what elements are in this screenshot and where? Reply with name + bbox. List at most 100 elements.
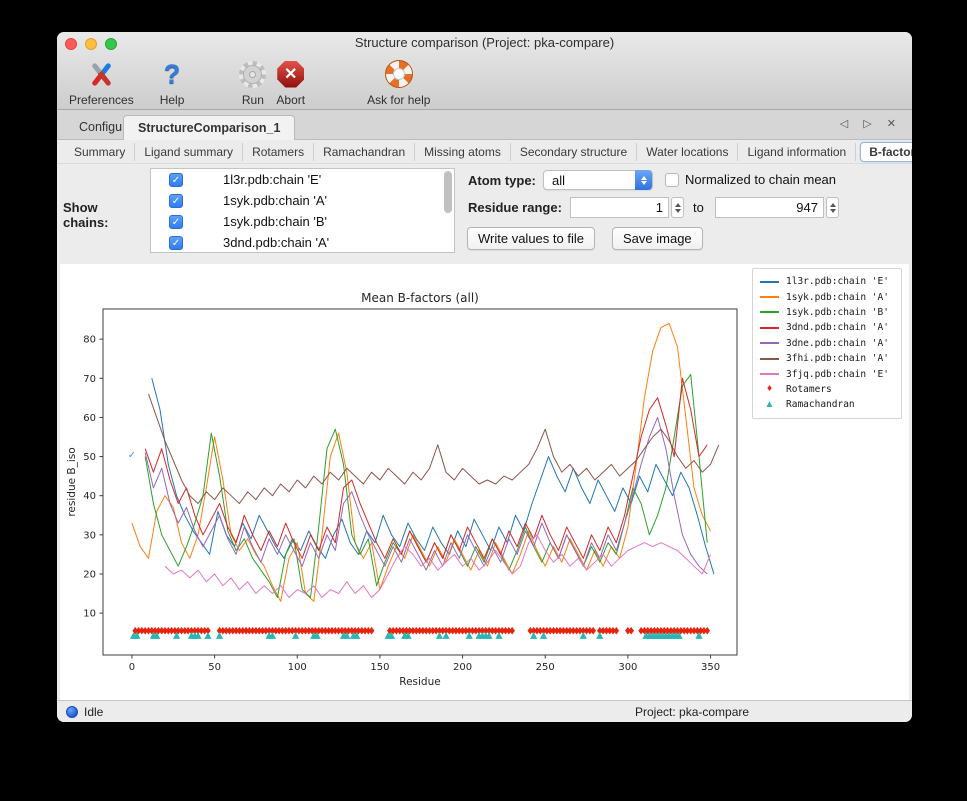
app-window: Structure comparison (Project: pka-compa…	[57, 32, 912, 722]
normalized-checkbox-group[interactable]: ✓ Normalized to chain mean	[665, 172, 836, 187]
tab-structure-comparison-1[interactable]: StructureComparison_1	[123, 115, 295, 140]
chain-list-scrollbar[interactable]	[444, 171, 452, 252]
lifebuoy-icon	[385, 60, 413, 88]
x-tick-label: 200	[453, 662, 472, 673]
legend-label: 1l3r.pdb:chain 'E'	[786, 276, 889, 287]
subtab-rotamers[interactable]: Rotamers	[243, 143, 314, 161]
subtab-secondary-structure[interactable]: Secondary structure	[511, 143, 637, 161]
y-tick-label: 40	[83, 491, 96, 502]
document-tab-bar: Configure StructureComparison_1 ◁ ▷ ✕	[57, 110, 912, 140]
x-tick-label: 50	[208, 662, 221, 673]
preferences-label: Preferences	[69, 93, 134, 107]
run-button[interactable]: Run	[239, 54, 266, 107]
residue-from-input[interactable]: 1	[570, 197, 669, 218]
project-name: Project: pka-compare	[635, 705, 749, 719]
legend-label: 3fjq.pdb:chain 'E'	[786, 369, 889, 380]
legend-entry: 3fjq.pdb:chain 'E'	[760, 366, 894, 381]
tab-scroll-close-controls[interactable]: ◁ ▷ ✕	[840, 117, 902, 130]
chain-label: 3dnd.pdb:chain 'A'	[223, 235, 329, 250]
chain-list-item[interactable]: ✓ 3dnd.pdb:chain 'A'	[151, 232, 454, 253]
legend-line-swatch	[760, 342, 779, 344]
bfactor-controls: Show chains: ✓ 1l3r.pdb:chain 'E' ✓ 1syk…	[57, 164, 912, 262]
diamond-icon: ♦	[760, 384, 779, 394]
scrollbar-thumb[interactable]	[444, 171, 452, 213]
x-tick-label: 350	[701, 662, 720, 673]
legend-line-swatch	[760, 311, 779, 313]
run-label: Run	[242, 93, 264, 107]
window-chrome: Structure comparison (Project: pka-compa…	[57, 32, 912, 110]
subtab-b-factors[interactable]: B-factors	[860, 142, 912, 162]
bfactor-figure: 0501001502002503003501020304050607080Mea…	[60, 264, 909, 700]
chain-label: 1syk.pdb:chain 'A'	[223, 193, 327, 208]
x-axis-label: Residue	[399, 676, 440, 688]
titlebar[interactable]: Structure comparison (Project: pka-compa…	[57, 32, 912, 54]
sub-tab-bar: Summary Ligand summary Rotamers Ramachan…	[57, 141, 912, 164]
status-bar: Idle Project: pka-compare	[57, 700, 912, 722]
plot-frame	[103, 309, 737, 655]
legend-entry: ♦ Rotamers	[760, 382, 894, 397]
chain-checkbox-checked[interactable]: ✓	[169, 236, 183, 250]
plot-legend: 1l3r.pdb:chain 'E' 1syk.pdb:chain 'A'1syk…	[752, 268, 902, 419]
legend-label: Ramachandran	[786, 399, 855, 410]
residue-range-label: Residue range:	[468, 200, 562, 215]
legend-entry: 1syk.pdb:chain 'B'	[760, 305, 894, 320]
write-values-button[interactable]: Write values to file	[467, 227, 595, 250]
save-image-button[interactable]: Save image	[612, 227, 703, 250]
ask-for-help-button[interactable]: Ask for help	[367, 54, 430, 107]
y-axis-label: residue B_iso	[66, 447, 78, 516]
gear-icon	[239, 61, 266, 88]
chain-checkbox-checked[interactable]: ✓	[169, 194, 183, 208]
y-tick-label: 80	[83, 335, 96, 346]
legend-label: 3fhi.pdb:chain 'A'	[786, 353, 889, 364]
x-tick-label: 150	[370, 662, 389, 673]
legend-entry: 1l3r.pdb:chain 'E'	[760, 274, 894, 289]
close-window-button[interactable]	[65, 38, 77, 50]
legend-line-swatch	[760, 296, 779, 298]
triangle-icon: ▲	[760, 400, 779, 410]
x-tick-label: 0	[129, 662, 135, 673]
legend-entry: 3dne.pdb:chain 'A'	[760, 336, 894, 351]
zoom-window-button[interactable]	[105, 38, 117, 50]
tools-icon	[86, 59, 116, 89]
help-button[interactable]: ? Help	[160, 54, 185, 107]
legend-entry: 1syk.pdb:chain 'A'	[760, 289, 894, 304]
residue-to-stepper[interactable]	[826, 197, 839, 218]
subtab-summary[interactable]: Summary	[65, 143, 135, 161]
legend-label: 3dnd.pdb:chain 'A'	[786, 322, 889, 333]
y-tick-label: 60	[83, 413, 96, 424]
normalized-label: Normalized to chain mean	[685, 172, 836, 187]
residue-from-stepper[interactable]	[671, 197, 684, 218]
toolbar: Preferences ? Help Run ✕ Abort Ask for h…	[57, 54, 430, 110]
legend-label: Rotamers	[786, 384, 832, 395]
y-tick-label: 20	[83, 569, 96, 580]
y-tick-label: 30	[83, 530, 96, 541]
help-label: Help	[160, 93, 185, 107]
show-chains-label: Show chains:	[63, 200, 145, 230]
subtab-water-locations[interactable]: Water locations	[637, 143, 738, 161]
status-text: Idle	[84, 705, 103, 719]
chain-list-item[interactable]: ✓ 1syk.pdb:chain 'A'	[151, 190, 454, 211]
to-label: to	[693, 200, 704, 215]
subtab-missing-atoms[interactable]: Missing atoms	[415, 143, 511, 161]
minimize-window-button[interactable]	[85, 38, 97, 50]
chain-list-item[interactable]: ✓ 1l3r.pdb:chain 'E'	[151, 169, 454, 190]
chain-checkbox-checked[interactable]: ✓	[169, 215, 183, 229]
preferences-button[interactable]: Preferences	[69, 54, 134, 107]
check-marker: ✓	[128, 450, 136, 461]
abort-button[interactable]: ✕ Abort	[276, 54, 305, 107]
y-tick-label: 70	[83, 374, 96, 385]
window-title: Structure comparison (Project: pka-compa…	[57, 32, 912, 54]
legend-line-swatch	[760, 281, 779, 283]
subtab-ramachandran[interactable]: Ramachandran	[314, 143, 415, 161]
chain-list-item[interactable]: ✓ 1syk.pdb:chain 'B'	[151, 211, 454, 232]
subtab-ligand-summary[interactable]: Ligand summary	[135, 143, 243, 161]
y-tick-label: 10	[83, 609, 96, 620]
residue-to-input[interactable]: 947	[715, 197, 824, 218]
chain-list[interactable]: ✓ 1l3r.pdb:chain 'E' ✓ 1syk.pdb:chain 'A…	[150, 168, 455, 253]
chain-checkbox-checked[interactable]: ✓	[169, 173, 183, 187]
legend-line-swatch	[760, 358, 779, 360]
atom-type-value: all	[552, 173, 565, 188]
atom-type-select[interactable]: all	[543, 170, 653, 190]
normalized-checkbox-unchecked[interactable]: ✓	[665, 173, 679, 187]
subtab-ligand-information[interactable]: Ligand information	[738, 143, 856, 161]
